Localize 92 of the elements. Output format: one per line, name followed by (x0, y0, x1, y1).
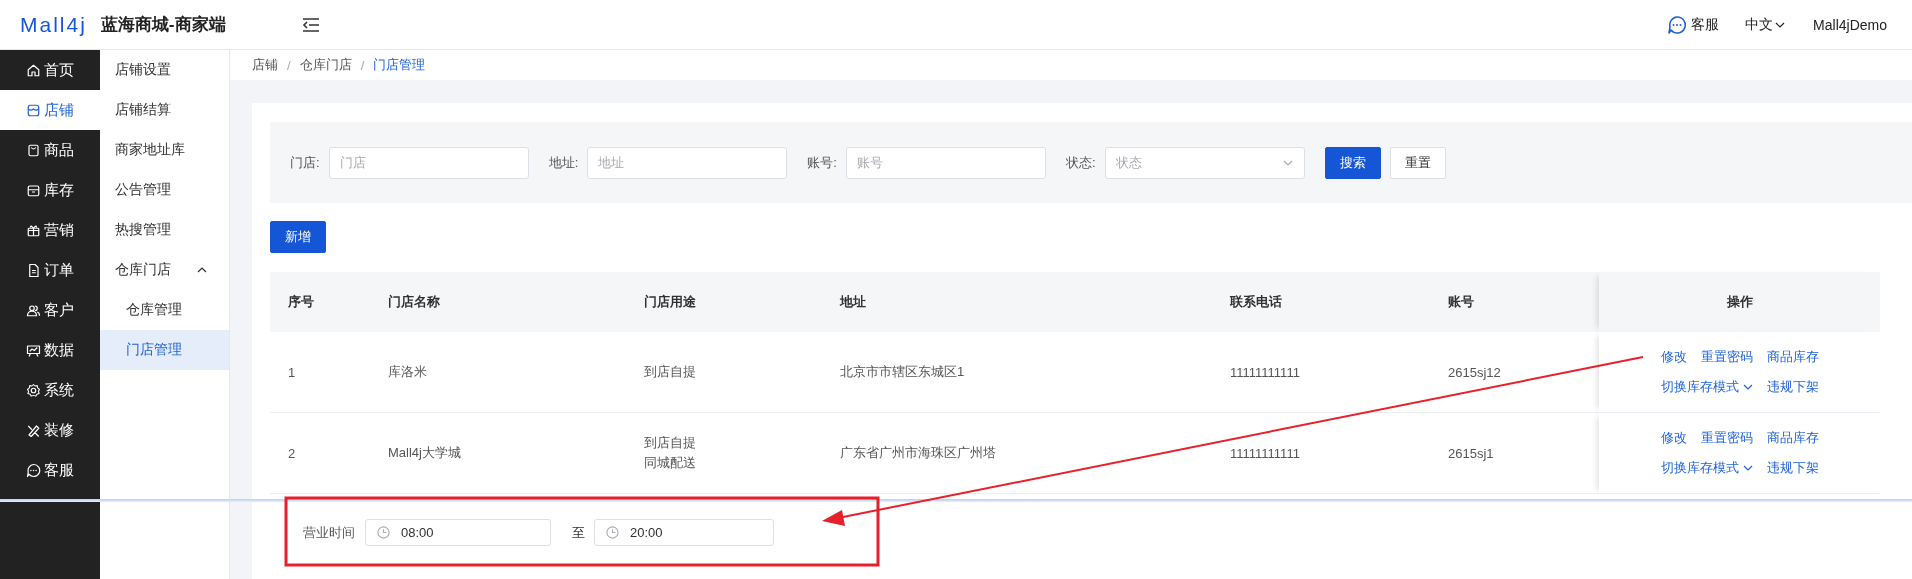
action-link[interactable]: 违规下架 (1766, 453, 1819, 483)
caret-icon (1282, 159, 1293, 166)
table-cell: 2 (270, 412, 388, 494)
nav-item[interactable]: 系统 (0, 370, 100, 410)
input-field[interactable]: 账号 (845, 146, 1046, 179)
column-header: 地址 (840, 272, 1230, 332)
breadcrumb-separator: / (287, 57, 291, 73)
table-cell-text: 到店自提 (644, 363, 696, 381)
time-field[interactable]: 20:00 (594, 519, 774, 546)
add-button[interactable]: 新增 (270, 221, 326, 253)
settings-icon (26, 382, 41, 398)
column-header: 序号 (270, 272, 388, 332)
nav-item[interactable]: 客服 (0, 450, 100, 490)
column-header: 账号 (1448, 272, 1599, 332)
support-link[interactable]: 客服 (1667, 14, 1720, 35)
app-title: 蓝海商城-商家端 (100, 14, 226, 36)
action-link[interactable]: 重置密码 (1700, 423, 1753, 453)
action-link[interactable]: 商品库存 (1766, 342, 1819, 372)
field-label: 营业时间 (303, 523, 355, 542)
table-cell: 11111111111 (1230, 412, 1448, 494)
action-link[interactable]: 重置密码 (1700, 342, 1753, 372)
submenu-group[interactable]: 仓库门店 (100, 250, 229, 290)
filter-label: 账号: (807, 153, 837, 172)
column-header: 联系电话 (1230, 272, 1448, 332)
clock-icon (377, 526, 390, 539)
home-icon (26, 62, 41, 78)
submenu-item[interactable]: 店铺结算 (100, 90, 229, 130)
document-icon (26, 262, 41, 278)
nav-item[interactable]: 装修 (0, 410, 100, 450)
range-separator: 至 (572, 523, 585, 542)
submenu-item[interactable]: 门店管理 (100, 330, 229, 370)
time-field[interactable]: 08:00 (365, 519, 551, 546)
column-header: 门店名称 (388, 272, 644, 332)
action-link[interactable]: 修改 (1660, 342, 1687, 372)
submenu-item[interactable]: 公告管理 (100, 170, 229, 210)
action-link[interactable]: 切换库存模式 (1660, 372, 1753, 402)
submenu-item[interactable]: 店铺设置 (100, 50, 229, 90)
status-select[interactable]: 状态 (1104, 146, 1305, 179)
submenu-item[interactable]: 热搜管理 (100, 210, 229, 250)
breadcrumb-item[interactable]: 店铺 (252, 56, 278, 74)
table-cell: 广东省广州市海珠区广州塔 (840, 412, 1230, 494)
column-header: 门店用途 (644, 272, 840, 332)
nav-item[interactable]: 订单 (0, 250, 100, 290)
column-header: 操作 (1599, 272, 1880, 332)
nav-item[interactable]: 商品 (0, 130, 100, 170)
menu-icon[interactable] (301, 16, 320, 33)
nav-item[interactable]: 数据 (0, 330, 100, 370)
bag-icon (26, 142, 41, 158)
action-link[interactable]: 切换库存模式 (1660, 453, 1753, 483)
filter-label: 状态: (1065, 153, 1096, 172)
action-link[interactable]: 商品库存 (1766, 423, 1819, 453)
table-cell: 北京市市辖区东城区1 (840, 332, 1230, 413)
submenu-item[interactable]: 仓库管理 (100, 290, 229, 330)
filter-label: 地址: (548, 153, 579, 172)
nav-item[interactable]: 店铺 (0, 90, 100, 130)
logo: Mall4j (20, 12, 87, 37)
users-icon (26, 302, 41, 318)
input-field[interactable]: 地址 (587, 146, 788, 179)
table-cell: 11111111111 (1230, 332, 1448, 413)
input-field[interactable]: 门店 (328, 146, 529, 179)
reset-button[interactable]: 重置 (1389, 146, 1446, 179)
breadcrumb-separator: / (360, 57, 365, 73)
caret-icon (1742, 465, 1753, 471)
breadcrumb-item[interactable]: 仓库门店 (299, 56, 352, 74)
action-link[interactable]: 修改 (1660, 423, 1687, 453)
submenu-item[interactable]: 商家地址库 (100, 130, 229, 170)
shop-icon (26, 102, 41, 118)
filter-label: 门店: (290, 153, 320, 172)
nav-item[interactable]: 营销 (0, 210, 100, 250)
table-cell: 2615sj12 (1448, 332, 1599, 413)
caret-icon (1742, 384, 1753, 390)
nav-item[interactable]: 客户 (0, 290, 100, 330)
chart-icon (26, 342, 41, 358)
caret-icon (1775, 21, 1786, 28)
table-cell-text: 同城配送 (644, 454, 696, 472)
chat-icon (1667, 14, 1688, 35)
user-name[interactable]: Mall4jDemo (1813, 16, 1887, 33)
table-cell: Mall4j大学城 (388, 412, 644, 494)
chat-icon (26, 462, 41, 478)
action-link[interactable]: 违规下架 (1766, 372, 1819, 402)
nav-item[interactable]: 首页 (0, 50, 100, 90)
nav-item[interactable]: 库存 (0, 170, 100, 210)
table-cell: 1 (270, 332, 388, 413)
breadcrumb-item[interactable]: 门店管理 (373, 56, 426, 74)
box-icon (26, 182, 41, 198)
table-cell-text: 到店自提 (644, 434, 696, 452)
table-cell: 2615sj1 (1448, 412, 1599, 494)
brush-icon (26, 422, 41, 438)
clock-icon (606, 526, 619, 539)
language-dropdown[interactable]: 中文 (1745, 15, 1786, 34)
table-cell: 库洛米 (388, 332, 644, 413)
search-button[interactable]: 搜索 (1324, 146, 1381, 179)
